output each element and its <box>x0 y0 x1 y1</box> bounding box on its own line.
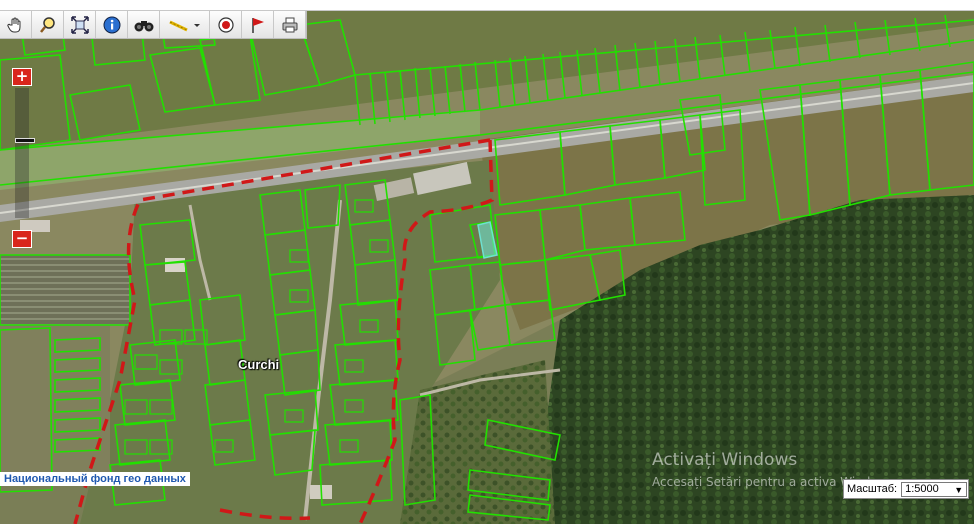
plus-icon: + <box>15 67 29 85</box>
map-canvas[interactable] <box>0 11 974 524</box>
window-top-edge <box>0 0 974 11</box>
flag-tool-button[interactable] <box>242 11 274 38</box>
scale-label: Масштаб: <box>847 483 898 495</box>
zoom-slider-handle[interactable] <box>15 138 35 143</box>
zoom-out-button[interactable]: − <box>12 230 32 248</box>
find-tool-button[interactable] <box>128 11 160 38</box>
zoom-control: + − <box>12 68 35 248</box>
zoom-slider-track[interactable] <box>15 88 35 218</box>
map-toolbar <box>0 11 307 39</box>
scale-select[interactable]: 1:5000 ▼ <box>901 481 968 497</box>
pan-hand-icon <box>6 16 25 34</box>
measure-tool-button[interactable] <box>160 11 210 38</box>
watermark-line-1: Activați Windows <box>652 450 798 470</box>
full-extent-button[interactable] <box>64 11 96 38</box>
point-tool-button[interactable] <box>210 11 242 38</box>
measure-ruler-dropdown-icon <box>167 16 203 34</box>
print-icon <box>281 16 299 34</box>
zoom-in-button[interactable]: + <box>12 68 32 86</box>
print-button[interactable] <box>274 11 306 38</box>
point-marker-icon <box>217 16 235 34</box>
search-magnifier-icon <box>39 16 57 34</box>
scale-selected-value: 1:5000 <box>905 483 939 495</box>
full-extent-icon <box>70 15 89 34</box>
minus-icon: − <box>15 229 29 247</box>
info-tool-button[interactable] <box>96 11 128 38</box>
pan-tool-button[interactable] <box>0 11 32 38</box>
scale-control: Масштаб: 1:5000 ▼ <box>843 479 969 499</box>
search-tool-button[interactable] <box>32 11 64 38</box>
satellite-imagery <box>0 11 974 524</box>
binoculars-icon <box>134 16 154 34</box>
place-label: Curchi <box>238 357 280 372</box>
chevron-down-icon: ▼ <box>954 484 964 495</box>
attribution-link[interactable]: Национальный фонд гео данных <box>0 472 190 486</box>
flag-icon <box>249 16 267 34</box>
info-icon <box>103 16 121 34</box>
